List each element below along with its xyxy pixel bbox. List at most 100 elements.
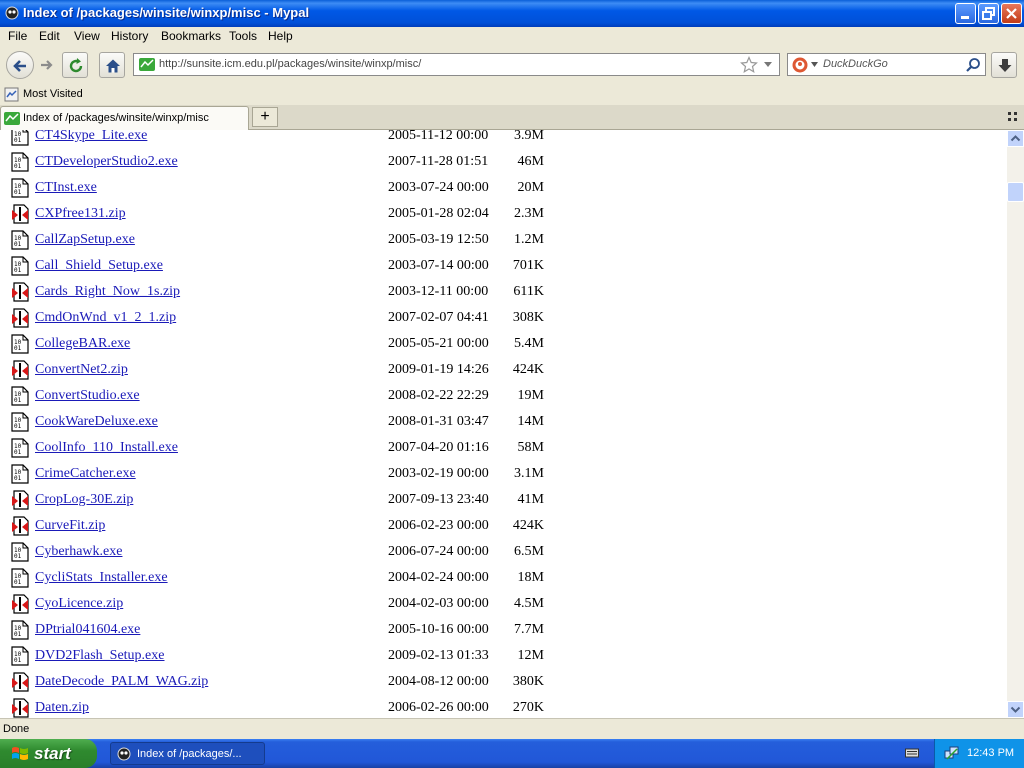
zip-file-icon — [12, 204, 29, 224]
svg-text:01: 01 — [14, 163, 22, 170]
menu-tools[interactable]: Tools — [227, 29, 259, 43]
file-size: 424K — [512, 362, 544, 377]
file-link[interactable]: Cards_Right_Now_1s.zip — [35, 284, 180, 300]
taskbar-window-item[interactable]: Index of /packages/... — [110, 742, 265, 765]
tab-list-icon[interactable] — [1008, 112, 1018, 122]
file-link[interactable]: Cyberhawk.exe — [35, 544, 122, 560]
search-bar[interactable]: DuckDuckGo — [787, 53, 986, 76]
file-size: 1.2M — [514, 232, 544, 247]
vertical-scrollbar[interactable] — [1007, 130, 1024, 718]
file-size: 270K — [512, 700, 544, 715]
file-link[interactable]: CollegeBAR.exe — [35, 336, 130, 352]
download-arrow-icon — [998, 59, 1012, 72]
exe-file-icon: 1001 — [11, 130, 29, 146]
file-date: 2004-02-24 00:00 — [388, 570, 489, 585]
file-link[interactable]: CurveFit.zip — [35, 518, 105, 534]
home-button[interactable] — [99, 52, 125, 78]
file-link[interactable]: Daten.zip — [35, 700, 89, 716]
file-link[interactable]: CallZapSetup.exe — [35, 232, 135, 248]
minimize-button[interactable] — [955, 3, 976, 24]
downloads-button[interactable] — [991, 52, 1017, 78]
status-bar: Done — [0, 718, 1024, 739]
file-link[interactable]: DateDecode_PALM_WAG.zip — [35, 674, 208, 690]
taskbar: start Index of /packages/... 12:43 PM — [0, 739, 1024, 768]
zip-file-icon — [12, 360, 29, 380]
bookmark-star-icon[interactable] — [740, 56, 758, 74]
file-date: 2006-07-24 00:00 — [388, 544, 489, 559]
keyboard-icon[interactable] — [905, 747, 919, 759]
svg-text:01: 01 — [14, 657, 22, 664]
tab-title: Index of /packages/winsite/winxp/misc — [23, 112, 209, 124]
task-label: Index of /packages/... — [137, 748, 242, 760]
file-date: 2007-09-13 23:40 — [388, 492, 489, 507]
file-date: 2007-11-28 01:51 — [388, 154, 489, 169]
search-icon[interactable] — [965, 57, 981, 73]
file-row: 10 01 CTInst.exe 2003-07-24 00:00 20M — [0, 171, 1007, 198]
file-row: 10 01 DPtrial041604.exe 2005-10-16 00:00 7.7… — [0, 613, 1007, 640]
file-date: 2005-03-19 12:50 — [388, 232, 489, 247]
most-visited-link[interactable]: Most Visited — [23, 88, 83, 100]
exe-file-icon: 1001 — [11, 230, 29, 250]
zip-file-icon — [12, 672, 29, 692]
reload-button[interactable] — [62, 52, 88, 78]
file-link[interactable]: CmdOnWnd_v1_2_1.zip — [35, 310, 176, 326]
file-size: 3.9M — [514, 130, 544, 143]
network-icon[interactable] — [944, 745, 960, 761]
new-tab-button[interactable]: + — [252, 107, 278, 127]
menu-file[interactable]: File — [6, 29, 29, 43]
file-row: CropLog-30E.zip 2007-09-13 23:40 41M — [0, 483, 1007, 510]
most-visited-icon — [4, 87, 19, 102]
restore-button[interactable] — [978, 3, 999, 24]
menu-history[interactable]: History — [109, 29, 150, 43]
windows-logo-icon — [12, 747, 28, 760]
back-button[interactable] — [6, 51, 34, 79]
file-link[interactable]: CycliStats_Installer.exe — [35, 570, 168, 586]
scroll-up-button[interactable] — [1007, 130, 1024, 147]
svg-text:01: 01 — [14, 579, 22, 586]
file-size: 380K — [512, 674, 544, 689]
plus-icon: + — [260, 108, 270, 125]
file-link[interactable]: ConvertStudio.exe — [35, 388, 140, 404]
file-date: 2006-02-26 00:00 — [388, 700, 489, 715]
file-link[interactable]: CookWareDeluxe.exe — [35, 414, 158, 430]
page-content: 10 01 CT4Skype_Lite.exe 2005-11-12 00:00 3.9… — [0, 130, 1007, 718]
file-size: 7.7M — [514, 622, 544, 637]
file-link[interactable]: CTDeveloperStudio2.exe — [35, 154, 178, 170]
file-link[interactable]: DVD2Flash_Setup.exe — [35, 648, 165, 664]
exe-file-icon: 1001 — [11, 620, 29, 640]
menu-bookmarks[interactable]: Bookmarks — [159, 29, 223, 43]
file-row: CXPfree131.zip 2005-01-28 02:04 2.3M — [0, 197, 1007, 224]
file-link[interactable]: CTInst.exe — [35, 180, 97, 196]
tab-current[interactable]: Index of /packages/winsite/winxp/misc — [0, 106, 249, 130]
url-dropdown-icon[interactable] — [763, 61, 773, 69]
file-link[interactable]: CropLog-30E.zip — [35, 492, 133, 508]
start-button[interactable]: start — [0, 739, 97, 768]
forward-button[interactable] — [34, 52, 60, 78]
file-row: 10 01 CycliStats_Installer.exe 2004-02-24 0… — [0, 561, 1007, 588]
file-link[interactable]: CyoLicence.zip — [35, 596, 123, 612]
file-link[interactable]: CoolInfo_110_Install.exe — [35, 440, 178, 456]
menu-view[interactable]: View — [72, 29, 102, 43]
file-link[interactable]: CT4Skype_Lite.exe — [35, 130, 147, 144]
address-bar[interactable]: http://sunsite.icm.edu.pl/packages/winsi… — [133, 53, 780, 76]
close-button[interactable] — [1001, 3, 1022, 24]
menu-help[interactable]: Help — [266, 29, 295, 43]
zip-file-icon — [12, 516, 29, 536]
scroll-thumb[interactable] — [1007, 182, 1024, 202]
file-link[interactable]: DPtrial041604.exe — [35, 622, 140, 638]
file-row: CurveFit.zip 2006-02-23 00:00 424K — [0, 509, 1007, 536]
file-link[interactable]: CrimeCatcher.exe — [35, 466, 136, 482]
svg-text:01: 01 — [14, 267, 22, 274]
exe-file-icon: 1001 — [11, 542, 29, 562]
file-link[interactable]: Call_Shield_Setup.exe — [35, 258, 163, 274]
title-bar[interactable]: Index of /packages/winsite/winxp/misc - … — [0, 0, 1024, 27]
file-row: CyoLicence.zip 2004-02-03 00:00 4.5M — [0, 587, 1007, 614]
search-engine-dropdown-icon[interactable] — [811, 62, 818, 68]
scroll-down-button[interactable] — [1007, 701, 1024, 718]
exe-file-icon: 1001 — [11, 646, 29, 666]
clock: 12:43 PM — [967, 747, 1015, 759]
exe-file-icon: 1001 — [11, 256, 29, 276]
menu-edit[interactable]: Edit — [37, 29, 62, 43]
file-link[interactable]: CXPfree131.zip — [35, 206, 126, 222]
file-link[interactable]: ConvertNet2.zip — [35, 362, 128, 378]
